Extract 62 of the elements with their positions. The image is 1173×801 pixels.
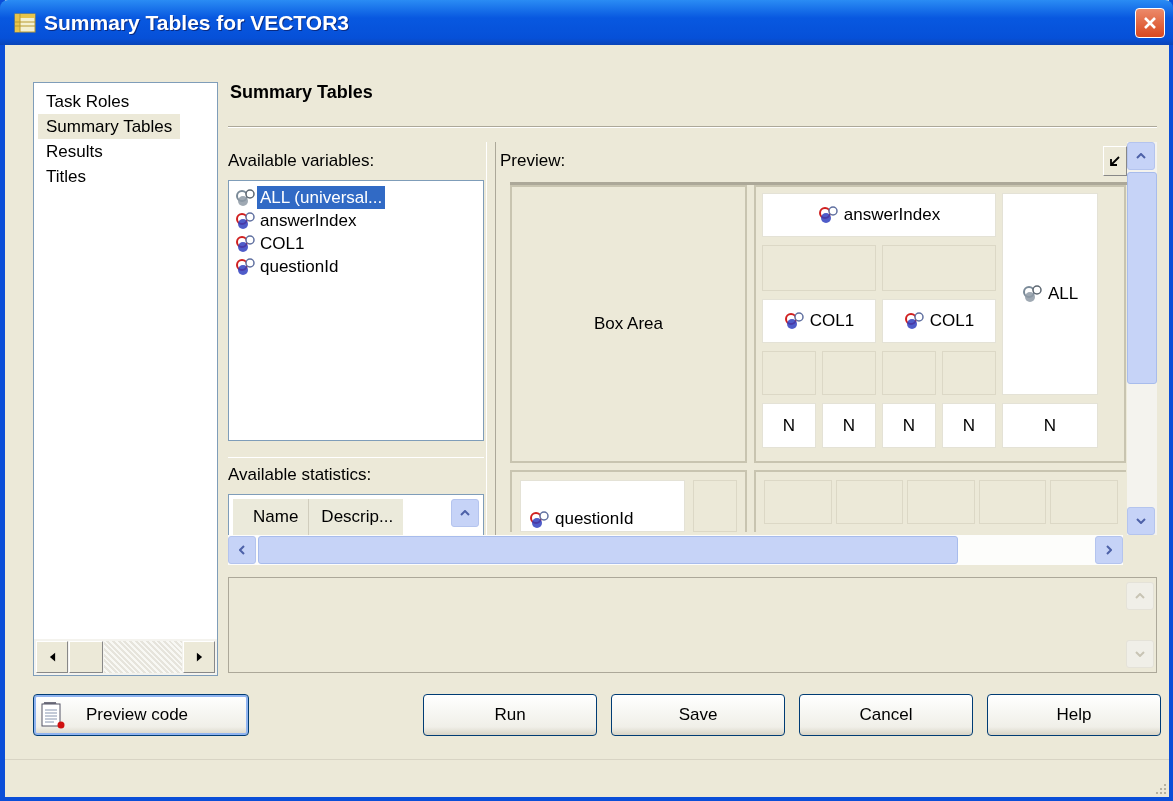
statistic-cell[interactable]: N	[942, 403, 996, 448]
variable-item[interactable]: COL1	[257, 232, 308, 255]
close-button[interactable]	[1135, 7, 1165, 38]
statistic-cell[interactable]: N	[882, 403, 936, 448]
vertical-scrollbar[interactable]	[1127, 142, 1157, 535]
statistic-cell[interactable]: N	[762, 403, 816, 448]
variable-field[interactable]: questionId	[520, 480, 685, 532]
up-chevron-icon	[460, 510, 470, 516]
variables-label: Available variables:	[228, 150, 376, 172]
right-chevron-icon[interactable]	[1106, 545, 1112, 555]
diagonal-arrow-icon	[1109, 155, 1121, 167]
close-icon	[1143, 15, 1157, 30]
dialog-button[interactable]: Help	[987, 694, 1161, 736]
table-icon	[14, 12, 36, 33]
preview-code-button[interactable]: Preview code	[33, 694, 249, 736]
variable-item[interactable]: answerIndex	[257, 209, 360, 232]
variable-icon	[817, 206, 838, 224]
left-chevron-icon[interactable]	[239, 545, 245, 555]
resize-grip-icon	[1155, 783, 1167, 795]
nav-item[interactable]: Results	[38, 139, 111, 164]
dialog-button[interactable]: Save	[611, 694, 785, 736]
variable-item[interactable]: ALL (universal...	[257, 186, 386, 209]
nav-item[interactable]: Summary Tables	[38, 114, 181, 139]
variable-icon	[903, 312, 924, 330]
nav-item[interactable]: Titles	[38, 164, 94, 189]
dialog-button[interactable]: Run	[423, 694, 597, 736]
statistic-cell[interactable]: N	[1002, 403, 1098, 448]
pivot-button[interactable]	[1103, 146, 1127, 176]
nav-item[interactable]: Task Roles	[38, 89, 138, 114]
box-area-label: Box Area	[594, 314, 663, 334]
variable-icon	[783, 312, 804, 330]
variable-field[interactable]: answerIndex	[762, 193, 996, 237]
up-chevron-icon[interactable]	[1136, 153, 1146, 159]
statistics-label: Available statistics:	[228, 457, 484, 486]
notepad-icon	[40, 701, 66, 729]
variable-field[interactable]: ALL	[1002, 193, 1098, 395]
statistic-cell[interactable]: N	[822, 403, 876, 448]
dialog-button[interactable]: Cancel	[799, 694, 973, 736]
down-chevron-icon[interactable]	[1136, 518, 1146, 524]
variable-field[interactable]: COL1	[882, 299, 996, 343]
scroll-up-button[interactable]	[451, 499, 479, 527]
scroll-thumb[interactable]	[258, 536, 958, 564]
variable-icon	[1021, 285, 1042, 303]
variable-icon	[529, 511, 549, 529]
right-arrow-icon[interactable]	[195, 652, 203, 662]
page-heading: Summary Tables	[229, 82, 374, 104]
variable-icon	[235, 257, 255, 276]
column-header[interactable]: Descrip...	[309, 499, 404, 535]
scroll-thumb[interactable]	[1127, 172, 1157, 384]
variable-icon	[235, 188, 255, 207]
left-arrow-icon[interactable]	[48, 652, 56, 662]
variables-list[interactable]: ALL (universal... answerIndex COL1 questionId	[228, 180, 484, 441]
horizontal-scrollbar[interactable]	[228, 535, 1123, 565]
variable-icon	[235, 234, 255, 253]
variable-item[interactable]: questionId	[257, 255, 342, 278]
splitter-bar[interactable]	[486, 142, 496, 535]
preview-label: Preview:	[500, 150, 566, 172]
variable-field[interactable]: COL1	[762, 299, 876, 343]
column-header[interactable]: Name	[233, 499, 310, 535]
horizontal-scrollbar[interactable]	[34, 639, 217, 675]
variable-icon	[235, 211, 255, 230]
window-title: Summary Tables for VECTOR3	[44, 10, 350, 35]
